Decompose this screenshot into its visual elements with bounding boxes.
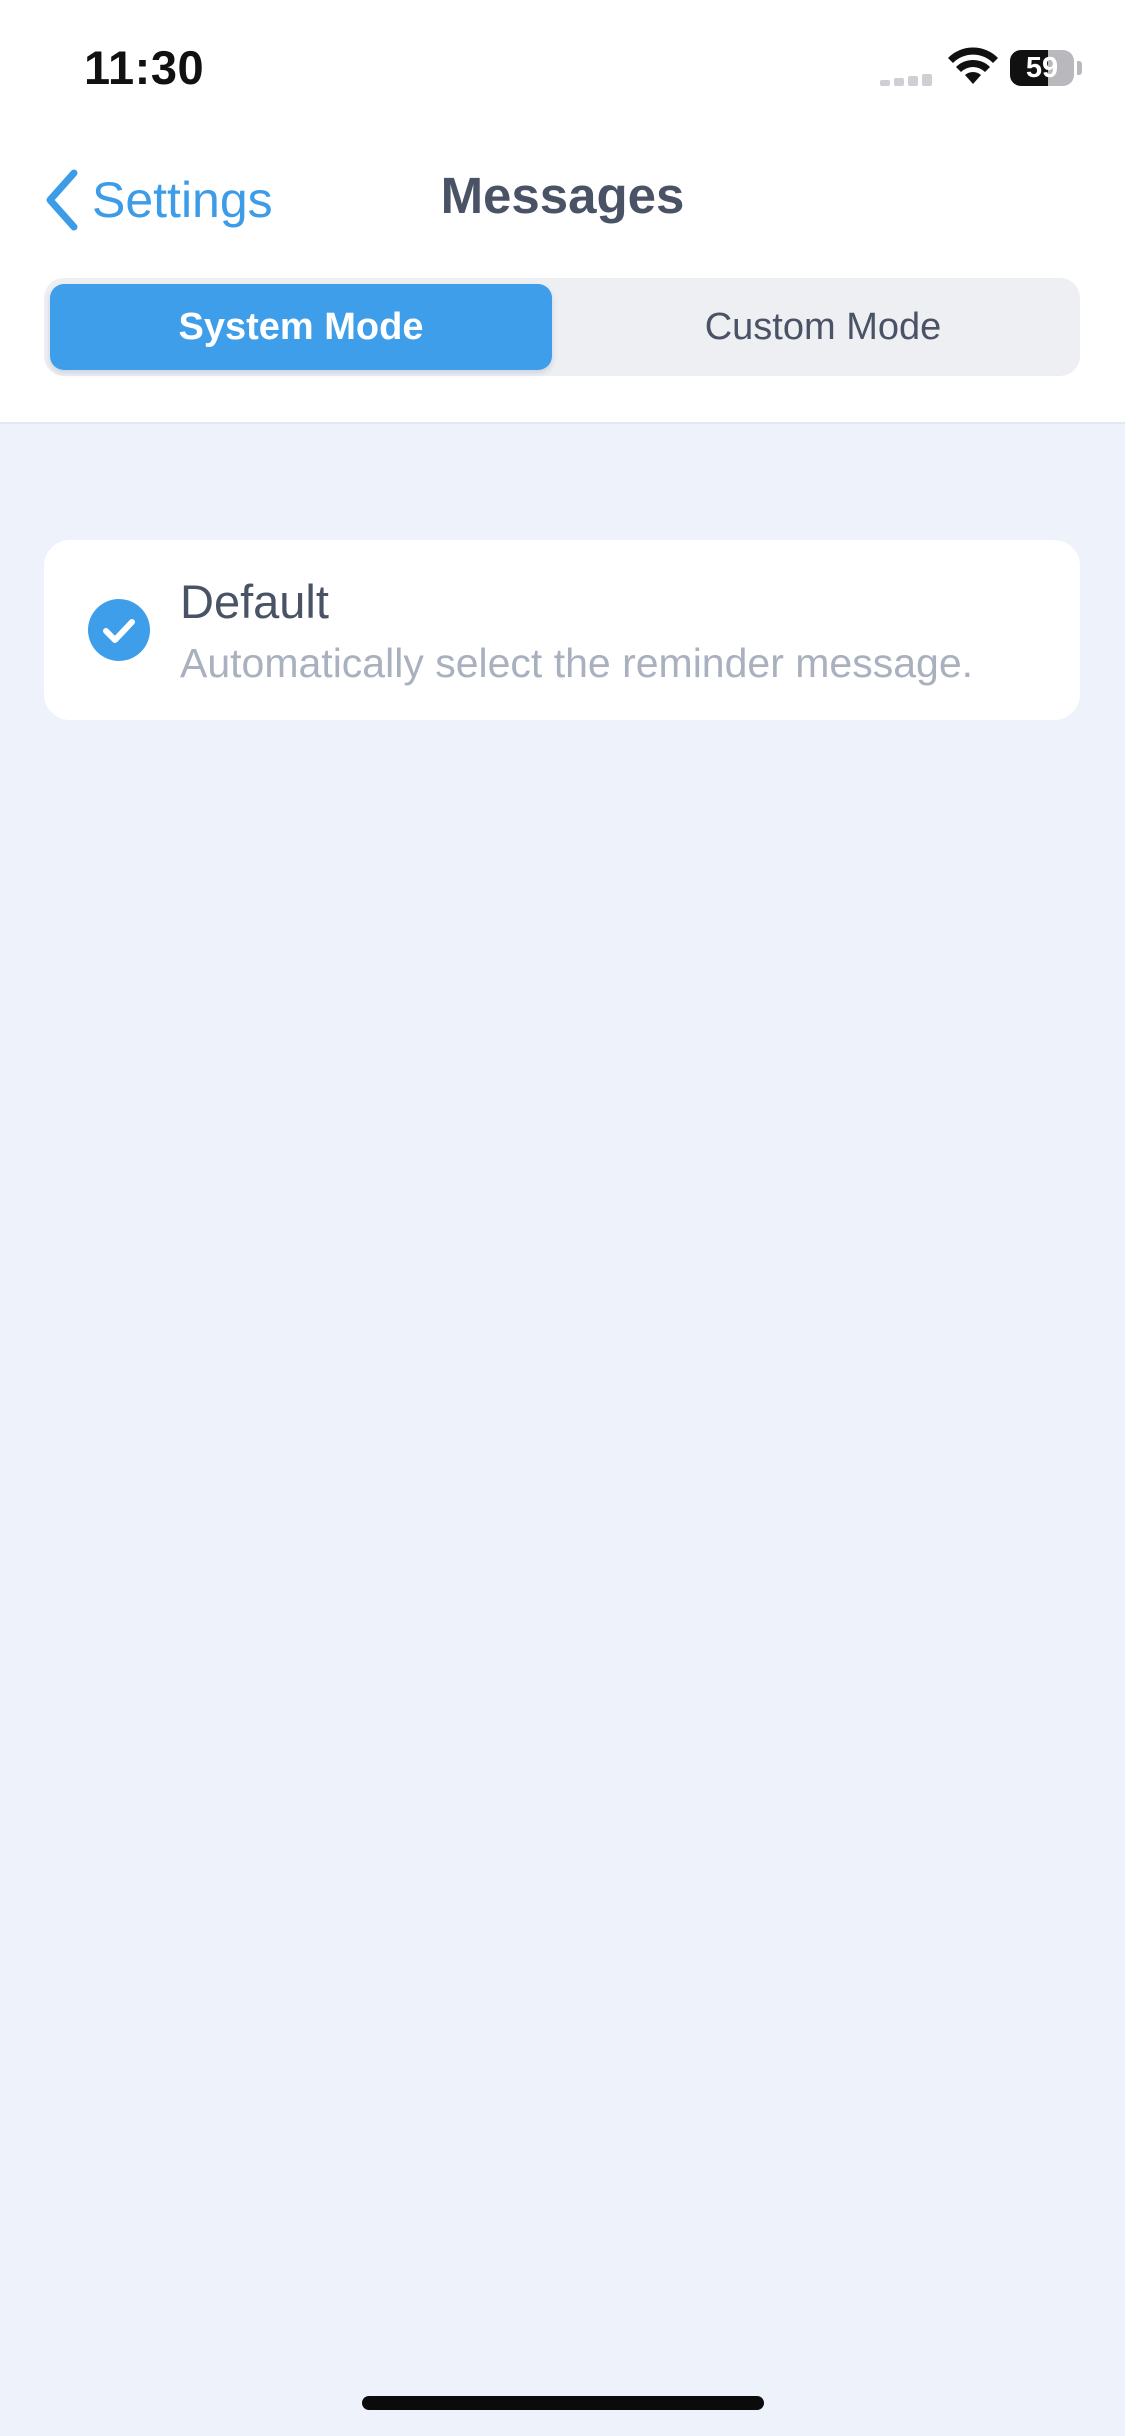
header-area: 11:30 59 Settings Messages System Mode C… (0, 0, 1125, 424)
option-description: Automatically select the reminder messag… (180, 640, 974, 686)
battery-level: 59 (1025, 52, 1059, 84)
battery-icon: 59 (1010, 50, 1074, 86)
battery-cap (1077, 61, 1082, 75)
option-title: Default (180, 575, 329, 628)
option-default[interactable]: Default Automatically select the reminde… (44, 540, 1080, 720)
page-title: Messages (440, 167, 685, 224)
home-indicator[interactable] (362, 2396, 764, 2410)
wifi-icon (948, 47, 998, 84)
cellular-signal-icon (880, 72, 934, 86)
mode-segmented-control: System Mode Custom Mode (44, 278, 1080, 376)
tab-custom-mode[interactable]: Custom Mode (572, 284, 1074, 370)
tab-system-mode[interactable]: System Mode (50, 284, 552, 370)
status-time: 11:30 (84, 41, 205, 94)
checkmark-circle-icon (88, 599, 150, 661)
